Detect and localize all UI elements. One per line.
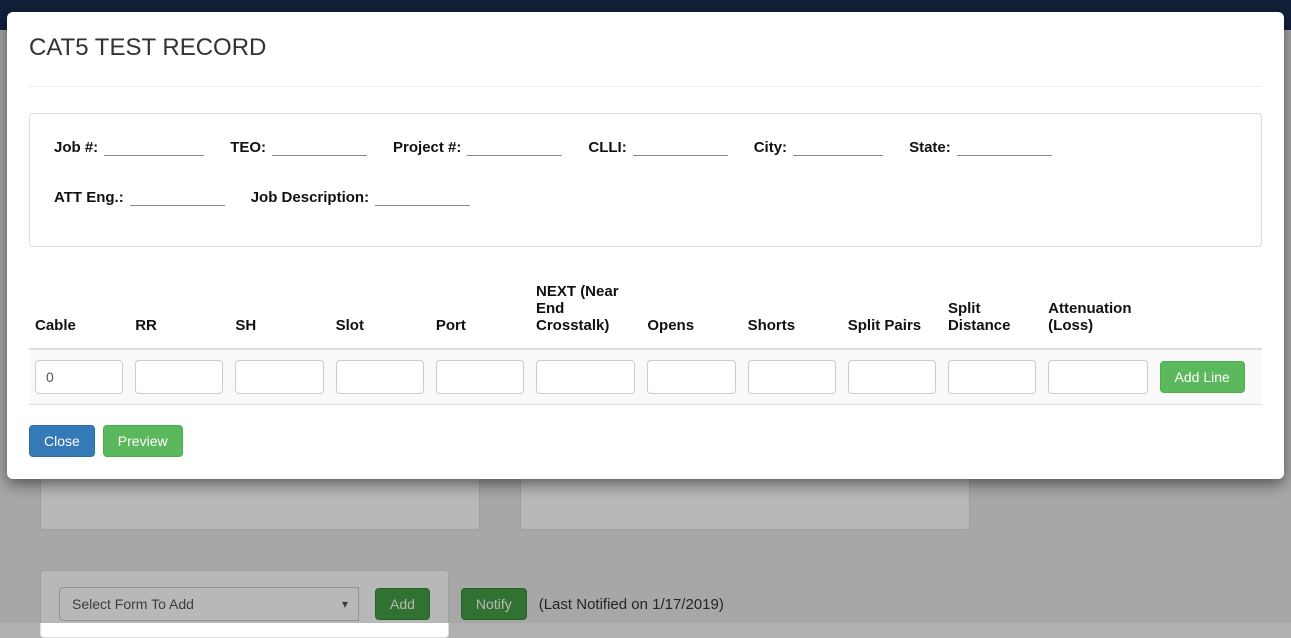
col-header-next: NEXT (Near End Crosstalk) xyxy=(530,275,641,349)
col-header-cable: Cable xyxy=(29,275,129,349)
col-header-shorts: Shorts xyxy=(742,275,842,349)
col-header-action xyxy=(1154,275,1262,349)
col-header-split-pairs: Split Pairs xyxy=(842,275,942,349)
project-number-input[interactable] xyxy=(467,136,562,156)
divider xyxy=(29,86,1262,87)
clli-input[interactable] xyxy=(633,136,728,156)
rr-input[interactable] xyxy=(135,360,223,394)
city-input[interactable] xyxy=(793,136,883,156)
state-input[interactable] xyxy=(957,136,1052,156)
job-number-input[interactable] xyxy=(104,136,204,156)
col-header-attenuation: Attenuation (Loss) xyxy=(1042,275,1153,349)
job-description-input[interactable] xyxy=(375,186,470,206)
cat5-test-record-modal: CAT5 TEST RECORD Job #: TEO: Project #: … xyxy=(7,12,1284,479)
city-label: City: xyxy=(754,139,787,156)
att-eng-input[interactable] xyxy=(130,186,225,206)
col-header-port: Port xyxy=(430,275,530,349)
add-line-button[interactable]: Add Line xyxy=(1160,361,1245,393)
split-distance-input[interactable] xyxy=(948,360,1036,394)
job-description-label: Job Description: xyxy=(251,189,369,206)
job-number-label: Job #: xyxy=(54,139,98,156)
att-eng-label: ATT Eng.: xyxy=(54,189,124,206)
col-header-opens: Opens xyxy=(641,275,741,349)
modal-actions: Close Preview xyxy=(29,425,1262,457)
slot-input[interactable] xyxy=(336,360,424,394)
state-label: State: xyxy=(909,139,951,156)
project-number-label: Project #: xyxy=(393,139,461,156)
preview-button[interactable]: Preview xyxy=(103,425,183,457)
attenuation-input[interactable] xyxy=(1048,360,1147,394)
split-pairs-input[interactable] xyxy=(848,360,936,394)
header-fields-panel: Job #: TEO: Project #: CLLI: City: State… xyxy=(29,113,1262,247)
teo-input[interactable] xyxy=(272,136,367,156)
col-header-split-distance: Split Distance xyxy=(942,275,1042,349)
table-row: Add Line xyxy=(29,349,1262,405)
close-button[interactable]: Close xyxy=(29,425,95,457)
test-record-table: Cable RR SH Slot Port NEXT (Near End Cro… xyxy=(29,275,1262,405)
clli-label: CLLI: xyxy=(588,139,626,156)
col-header-sh: SH xyxy=(229,275,329,349)
next-input[interactable] xyxy=(536,360,635,394)
cable-input[interactable] xyxy=(35,360,123,394)
shorts-input[interactable] xyxy=(748,360,836,394)
opens-input[interactable] xyxy=(647,360,735,394)
col-header-slot: Slot xyxy=(330,275,430,349)
col-header-rr: RR xyxy=(129,275,229,349)
modal-title: CAT5 TEST RECORD xyxy=(29,34,1262,62)
sh-input[interactable] xyxy=(235,360,323,394)
port-input[interactable] xyxy=(436,360,524,394)
teo-label: TEO: xyxy=(230,139,266,156)
